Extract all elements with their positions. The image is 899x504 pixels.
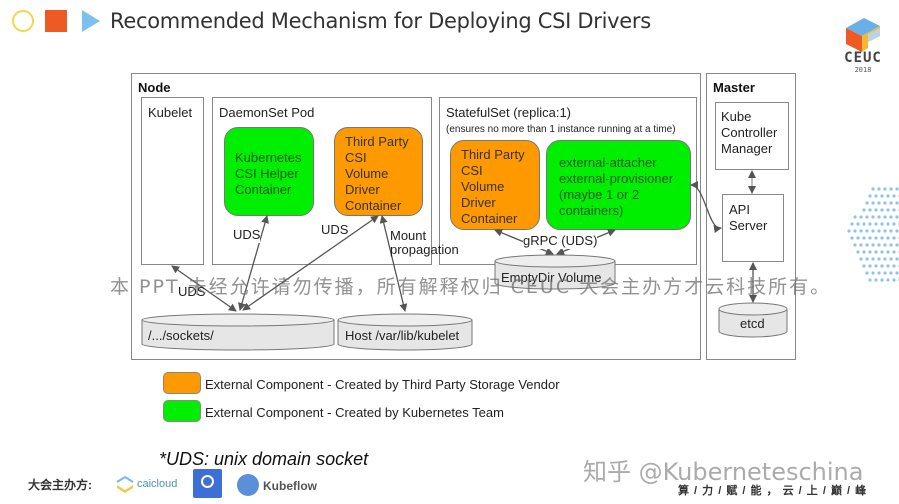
slogan: 算 / 力 / 赋 / 能 ， 云 / 上 / 巅 / 峰	[678, 485, 868, 497]
square-icon	[45, 10, 67, 32]
legend-swatch-vendor	[163, 372, 201, 394]
uds-driver-label: UDS	[321, 222, 349, 237]
controller-line: Kube	[721, 109, 752, 124]
api-line: API	[729, 202, 750, 217]
kubernetes-community-logo-icon	[193, 469, 222, 498]
controller-manager-label: Kube Controller Manager	[721, 109, 777, 157]
api-server-label: API Server	[729, 202, 767, 234]
driver-line: Third Party	[461, 147, 525, 162]
grpc-label: gRPC (UDS)	[523, 233, 598, 249]
driver-line: Third Party	[345, 134, 409, 149]
organizer-label: 大会主办方:	[28, 478, 92, 492]
ceuc-logo-icon	[846, 18, 880, 52]
sidecar-line: external-attacher	[559, 155, 657, 170]
legend-label-kubernetes: External Component - Created by Kubernet…	[205, 405, 504, 420]
propagation-label: propagation	[390, 242, 459, 257]
statefulset-driver-container: Third Party CSI Volume Driver Container	[450, 140, 540, 230]
circle-icon	[12, 10, 34, 32]
api-line: Server	[729, 218, 768, 233]
driver-line: Volume	[345, 166, 389, 181]
sidecar-line: containers)	[559, 203, 624, 218]
helper-line: CSI Helper	[235, 166, 299, 181]
sidecar-line: (maybe 1 or 2	[559, 187, 640, 202]
driver-line: Driver	[345, 182, 380, 197]
host-kubelet-label: Host /var/lib/kubelet	[345, 328, 460, 343]
statefulset-subtitle: (ensures no more than 1 instance running…	[446, 124, 676, 135]
logo-year: 2018	[854, 66, 872, 74]
caicloud-label: caicloud	[137, 478, 178, 490]
caicloud-logo-icon	[116, 475, 134, 493]
driver-line: Container	[461, 211, 518, 226]
kubeflow-logo-icon	[237, 474, 259, 496]
driver-line: CSI	[461, 163, 483, 178]
sockets-label: /.../sockets/	[148, 328, 214, 343]
master-title: Master	[713, 80, 755, 95]
kubelet-box	[141, 97, 204, 265]
slide-title: Recommended Mechanism for Deploying CSI …	[110, 9, 651, 33]
driver-line: Container	[345, 198, 402, 213]
controller-line: Manager	[721, 141, 773, 156]
sidecar-line: external-provisioner	[559, 171, 674, 186]
kubelet-label: Kubelet	[148, 105, 193, 120]
driver-line: CSI	[345, 150, 367, 165]
daemonset-title: DaemonSet Pod	[219, 105, 315, 120]
legend-label-vendor: External Component - Created by Third Pa…	[205, 377, 560, 392]
statefulset-title: StatefulSet (replica:1)	[446, 105, 572, 120]
kubeflow-label: Kubeflow	[263, 479, 317, 493]
driver-line: Driver	[461, 195, 496, 210]
helper-line: Kubernetes	[235, 150, 302, 165]
driver-line: Volume	[461, 179, 505, 194]
legend-swatch-kubernetes	[163, 400, 201, 422]
daemonset-driver-container: Third Party CSI Volume Driver Container	[334, 127, 423, 216]
dot-pattern-decoration	[847, 187, 899, 282]
etcd-label: etcd	[740, 316, 765, 331]
play-triangle-icon	[82, 10, 100, 32]
logo-name: CEUC	[844, 50, 882, 66]
csi-helper-container: Kubernetes CSI Helper Container	[224, 127, 314, 216]
sidecar-container: external-attacher external-provisioner (…	[546, 140, 691, 230]
helper-line: Container	[235, 182, 292, 197]
uds-helper-label: UDS	[233, 227, 261, 243]
copyright-watermark: 本 PPT 未经允许请勿传播，所有解释权归 CEUC 大会主办方才云科技所有。	[110, 276, 832, 298]
controller-line: Controller	[721, 125, 778, 140]
uds-footnote: *UDS: unix domain socket	[159, 449, 369, 469]
node-title: Node	[138, 80, 171, 95]
